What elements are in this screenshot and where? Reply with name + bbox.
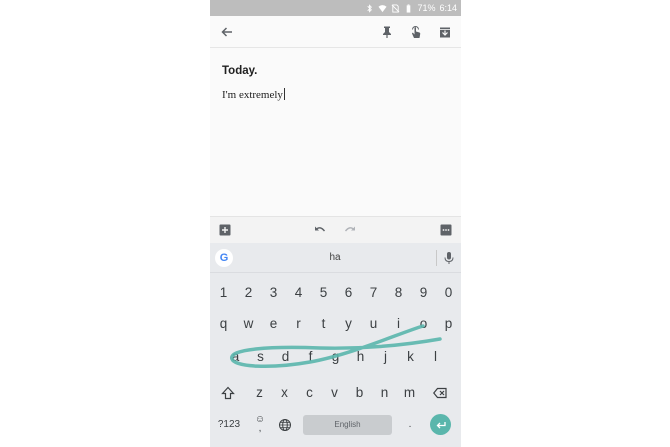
letter-row-3: zxcvbnm: [210, 380, 461, 405]
letter-key[interactable]: i: [386, 311, 411, 336]
phone-screen: 71% 6:14 Today. I'm extremely G ha 1 2 3…: [210, 0, 461, 447]
letter-key[interactable]: o: [411, 311, 436, 336]
number-key[interactable]: 3: [261, 280, 286, 305]
number-key[interactable]: 6: [336, 280, 361, 305]
battery-percent: 71%: [417, 3, 436, 13]
enter-key[interactable]: [430, 414, 451, 435]
google-g-button[interactable]: G: [215, 249, 233, 267]
add-box-icon[interactable]: [218, 223, 232, 237]
backspace-key-icon[interactable]: [432, 385, 448, 401]
letter-key[interactable]: v: [322, 380, 347, 405]
letter-key[interactable]: s: [248, 344, 273, 369]
bluetooth-icon: [365, 3, 374, 13]
archive-icon[interactable]: [435, 22, 455, 42]
letter-key[interactable]: a: [223, 344, 248, 369]
wifi-icon: [378, 4, 388, 13]
comma-key[interactable]: ,: [254, 416, 266, 441]
no-sim-icon: [391, 3, 400, 13]
suggestion-divider: [436, 250, 437, 266]
note-editor[interactable]: Today. I'm extremely: [210, 49, 461, 215]
number-key[interactable]: 7: [361, 280, 386, 305]
status-time: 6:14: [439, 3, 457, 13]
letter-key[interactable]: k: [398, 344, 423, 369]
number-key[interactable]: 2: [236, 280, 261, 305]
number-key[interactable]: 1: [211, 280, 236, 305]
suggestion-strip: G ha: [210, 243, 461, 273]
letter-key[interactable]: u: [361, 311, 386, 336]
pin-icon[interactable]: [377, 22, 397, 42]
suggestion-word[interactable]: ha: [270, 243, 400, 273]
letter-key[interactable]: y: [336, 311, 361, 336]
gboard-keyboard: G ha 1234567890 qwertyuiop asdfghjkl zxc…: [210, 243, 461, 447]
note-body-text: I'm extremely: [222, 89, 283, 101]
letter-key[interactable]: x: [272, 380, 297, 405]
letter-row-1: qwertyuiop: [210, 311, 461, 336]
letter-key[interactable]: c: [297, 380, 322, 405]
letter-key[interactable]: p: [436, 311, 461, 336]
status-bar: 71% 6:14: [210, 0, 461, 16]
globe-icon[interactable]: [277, 417, 293, 433]
microphone-icon[interactable]: [443, 251, 455, 265]
number-key[interactable]: 8: [386, 280, 411, 305]
letter-key[interactable]: q: [211, 311, 236, 336]
letter-key[interactable]: n: [372, 380, 397, 405]
letter-key[interactable]: f: [298, 344, 323, 369]
letter-key[interactable]: z: [247, 380, 272, 405]
letter-key[interactable]: r: [286, 311, 311, 336]
letter-key[interactable]: g: [323, 344, 348, 369]
letter-key[interactable]: e: [261, 311, 286, 336]
number-key[interactable]: 4: [286, 280, 311, 305]
note-title[interactable]: Today.: [222, 65, 257, 77]
shift-key-icon[interactable]: [220, 385, 236, 401]
undo-icon[interactable]: [313, 223, 327, 237]
letter-key[interactable]: t: [311, 311, 336, 336]
number-key[interactable]: 9: [411, 280, 436, 305]
number-row: 1234567890: [210, 280, 461, 305]
battery-icon: [404, 3, 413, 13]
number-key[interactable]: 5: [311, 280, 336, 305]
symbols-key[interactable]: ?123: [214, 412, 244, 437]
edit-action-bar: [210, 216, 461, 243]
note-body[interactable]: I'm extremely: [222, 88, 285, 101]
letter-key[interactable]: l: [423, 344, 448, 369]
redo-icon[interactable]: [343, 223, 357, 237]
period-key[interactable]: .: [403, 412, 417, 437]
letter-key[interactable]: h: [348, 344, 373, 369]
google-g-label: G: [219, 252, 229, 264]
reminder-hand-icon[interactable]: [406, 22, 426, 42]
letter-key[interactable]: b: [347, 380, 372, 405]
letter-row-2: asdfghjkl: [210, 344, 461, 369]
number-key[interactable]: 0: [436, 280, 461, 305]
space-key[interactable]: English: [303, 415, 392, 435]
bottom-row: ?123 ☺ , English .: [210, 412, 461, 437]
note-toolbar: [210, 16, 461, 48]
enter-arrow-icon: [436, 421, 446, 428]
more-icon[interactable]: [439, 223, 453, 237]
letter-key[interactable]: d: [273, 344, 298, 369]
back-arrow-icon[interactable]: [217, 22, 237, 42]
letter-key[interactable]: m: [397, 380, 422, 405]
letter-key[interactable]: j: [373, 344, 398, 369]
letter-key[interactable]: w: [236, 311, 261, 336]
text-cursor: [283, 88, 285, 100]
